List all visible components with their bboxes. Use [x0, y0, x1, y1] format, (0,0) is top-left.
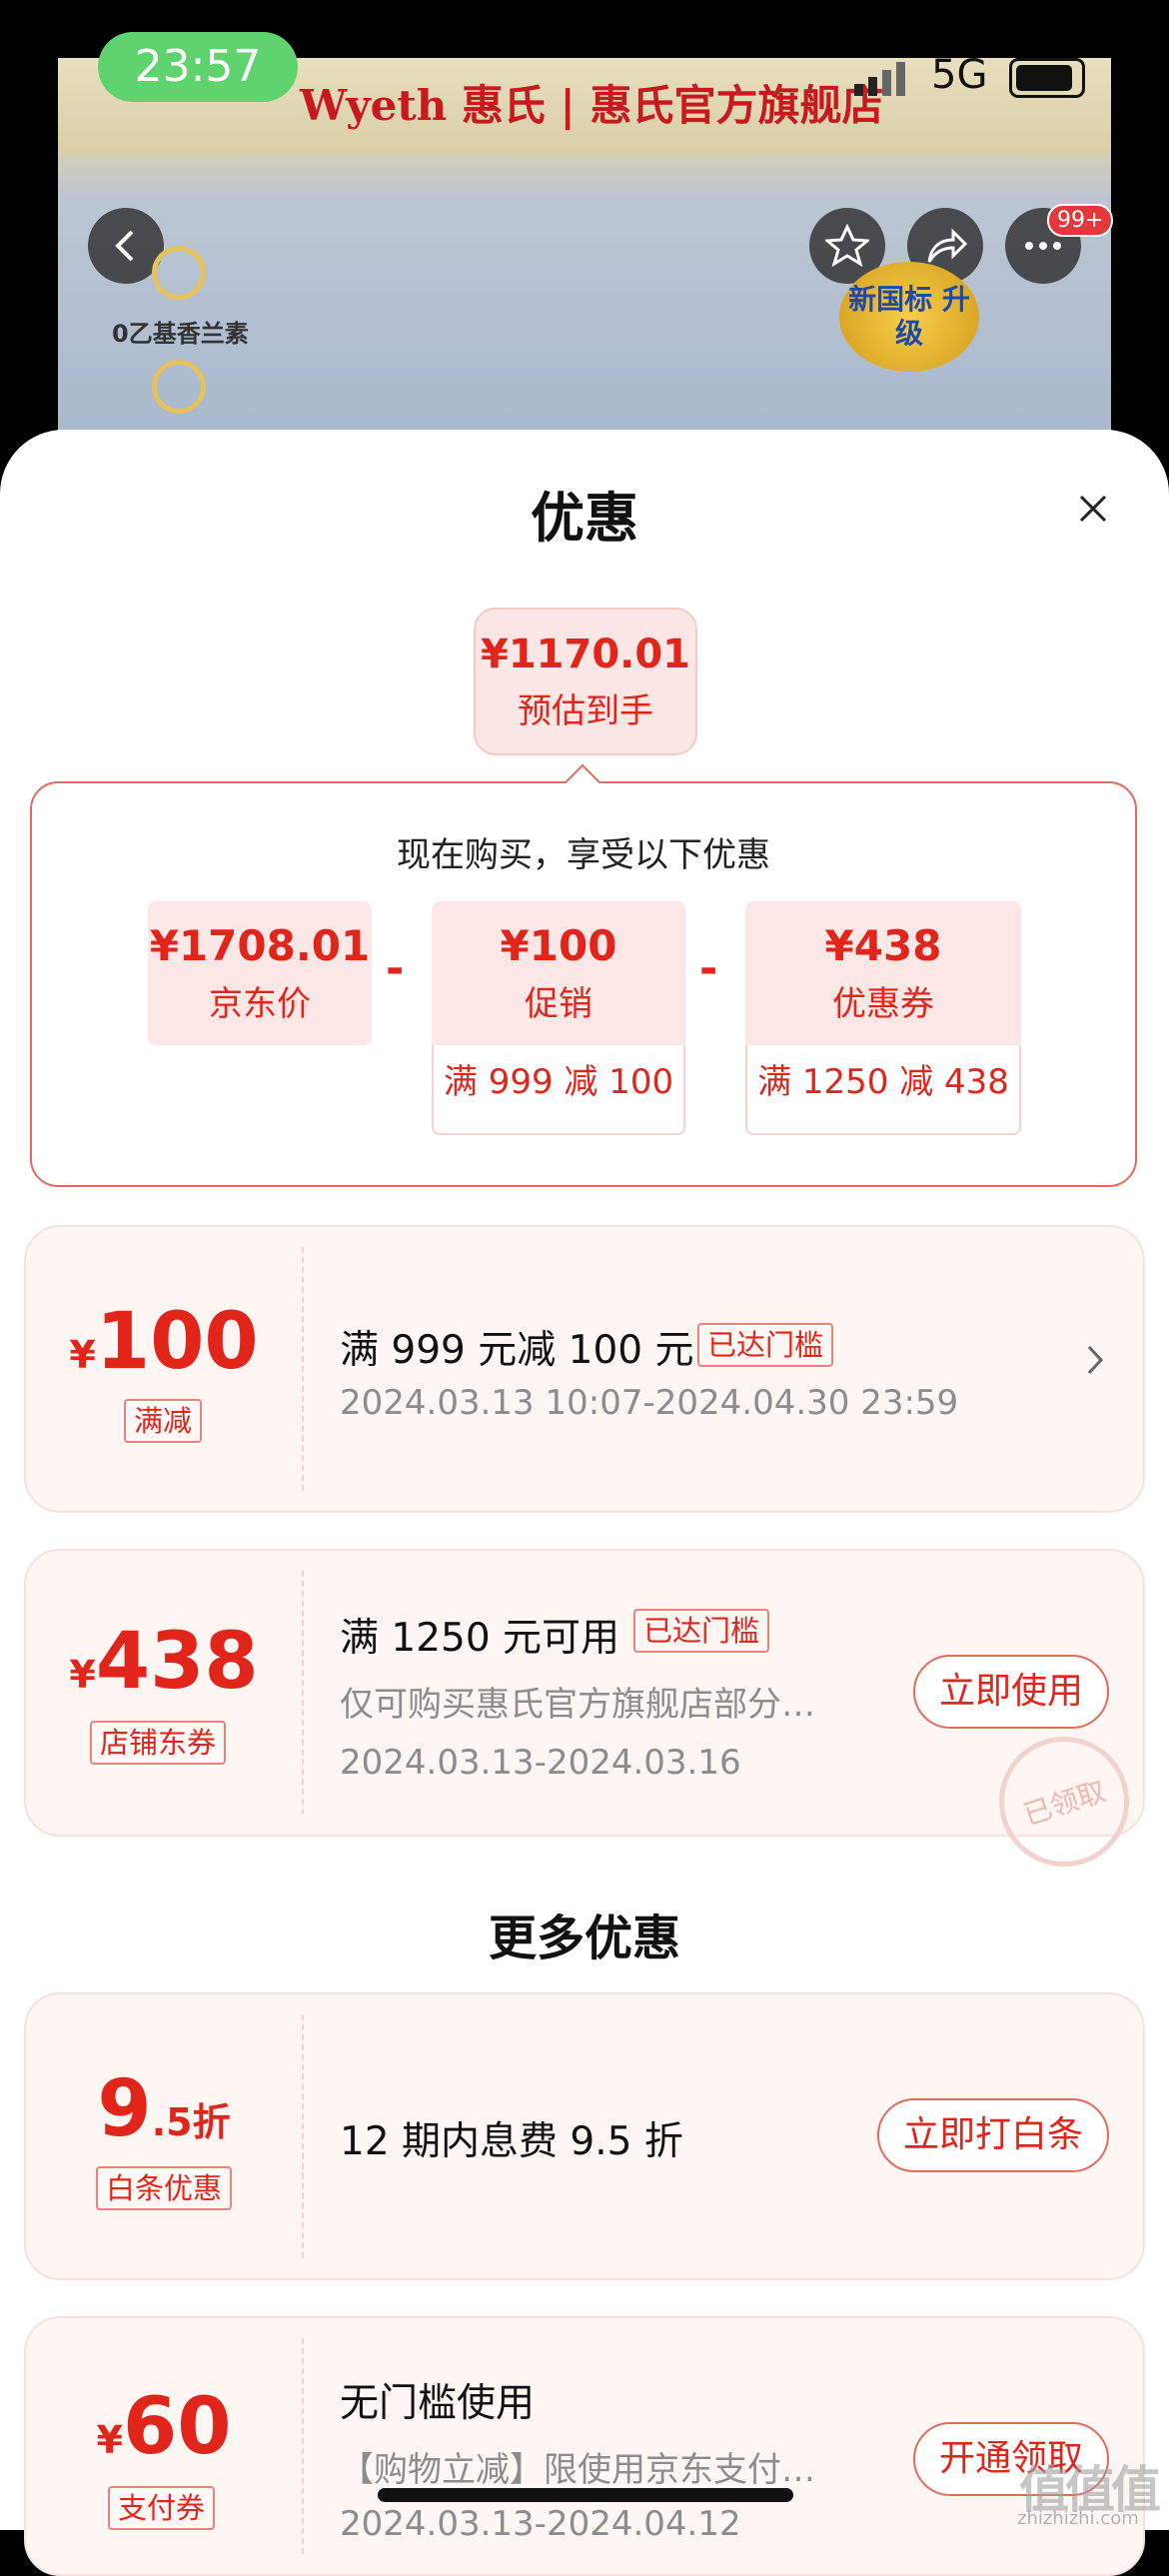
card-divider — [302, 1571, 304, 1815]
estimated-price: ¥1170.01 — [480, 632, 691, 677]
coupon-title: 满 1250 元可用 — [340, 1616, 620, 1661]
breakdown-value: ¥438 — [824, 921, 942, 970]
card-divider — [302, 2338, 304, 2554]
star-icon — [825, 224, 869, 268]
breakdown-condition: 满 1250 减 438 — [745, 1045, 1021, 1135]
breakdown-value: ¥100 — [500, 921, 617, 970]
feature-icon — [152, 360, 206, 414]
breakdown-value: ¥1708.01 — [149, 921, 371, 970]
brand-banner-text: Wyeth 惠氏 | 惠氏官方旗舰店 — [300, 81, 884, 130]
breakdown-title: 现在购买，享受以下优惠 — [397, 835, 770, 875]
offer-title: 12 期内息费 9.5 折 — [340, 2119, 683, 2164]
new-standard-badge: 新国标 升级 — [839, 262, 979, 372]
notification-badge: 99+ — [1047, 204, 1114, 237]
coupon-title: 满 999 元减 100 元 — [340, 1328, 694, 1373]
minus-operator: - — [699, 943, 718, 994]
use-baitiao-button[interactable]: 立即打白条 — [877, 2098, 1109, 2172]
coupon-amount: ¥100 — [69, 1297, 259, 1387]
breakdown-label: 促销 — [525, 984, 592, 1024]
coupon-period: 2024.03.13 10:07-2024.04.30 23:59 — [340, 1383, 959, 1423]
offer-period: 2024.03.13-2024.04.12 — [340, 2504, 741, 2544]
threshold-reached-tag: 已达门槛 — [633, 1609, 770, 1653]
home-indicator[interactable] — [378, 2488, 793, 2502]
breakdown-item-jd-price: ¥1708.01 京东价 — [148, 901, 372, 1045]
coupon-period: 2024.03.13-2024.03.16 — [340, 1743, 741, 1783]
signal-icon — [854, 62, 914, 100]
offer-type-tag: 支付券 — [108, 2486, 216, 2530]
watermark-url: zhizhizhi.com — [1017, 2508, 1139, 2529]
chevron-left-icon — [115, 230, 134, 262]
card-divider — [302, 2014, 304, 2258]
coupon-type-tag: 满减 — [124, 1399, 203, 1443]
battery-icon — [1009, 58, 1085, 98]
coupon-description: 仅可购买惠氏官方旗舰店部分… — [340, 1685, 815, 1725]
more-dots-icon — [1025, 242, 1061, 250]
sheet-title: 优惠 — [531, 487, 638, 550]
use-now-button[interactable]: 立即使用 — [913, 1655, 1109, 1729]
status-time: 23:57 — [98, 32, 298, 102]
breakdown-item-coupon: ¥438 优惠券 — [745, 901, 1021, 1045]
breakdown-condition: 满 999 减 100 — [432, 1045, 685, 1135]
threshold-reached-tag: 已达门槛 — [697, 1323, 834, 1367]
offer-title: 无门槛使用 — [340, 2381, 536, 2426]
offer-amount: 9.5折 — [97, 2064, 231, 2154]
breakdown-label: 优惠券 — [832, 984, 934, 1024]
offer-type-tag: 白条优惠 — [96, 2166, 233, 2210]
offer-card-baitiao: 9.5折 白条优惠 12 期内息费 9.5 折 立即打白条 — [24, 1992, 1145, 2280]
close-icon — [1079, 495, 1107, 523]
estimated-price-label: 预估到手 — [518, 691, 653, 731]
close-button[interactable] — [1069, 484, 1117, 532]
coupon-card-promotion[interactable]: ¥100 满减 满 999 元减 100 元 已达门槛 2024.03.13 1… — [24, 1225, 1145, 1513]
coupon-amount: ¥438 — [69, 1617, 259, 1707]
offer-card-payment: ¥60 支付券 无门槛使用 【购物立减】限使用京东支付… 2024.03.13-… — [24, 2316, 1145, 2576]
breakdown-item-promotion: ¥100 促销 — [432, 901, 685, 1045]
chevron-right-icon — [1085, 1337, 1105, 1388]
coupon-card-store: ¥438 店铺东券 满 1250 元可用 已达门槛 仅可购买惠氏官方旗舰店部分…… — [24, 1549, 1145, 1837]
network-type: 5G — [931, 52, 988, 98]
offer-description: 【购物立减】限使用京东支付… — [340, 2450, 815, 2490]
offer-amount: ¥60 — [96, 2382, 232, 2472]
minus-operator: - — [386, 943, 405, 994]
breakdown-label: 京东价 — [209, 984, 311, 1024]
card-divider — [302, 1247, 304, 1491]
estimated-price-box: ¥1170.01 预估到手 — [474, 608, 697, 755]
share-icon — [927, 228, 967, 263]
feature-label: 0乙基香兰素 — [112, 320, 249, 348]
more-offers-title: 更多优惠 — [488, 1911, 680, 1966]
feature-icon — [152, 246, 206, 300]
coupon-type-tag: 店铺东券 — [90, 1721, 227, 1765]
